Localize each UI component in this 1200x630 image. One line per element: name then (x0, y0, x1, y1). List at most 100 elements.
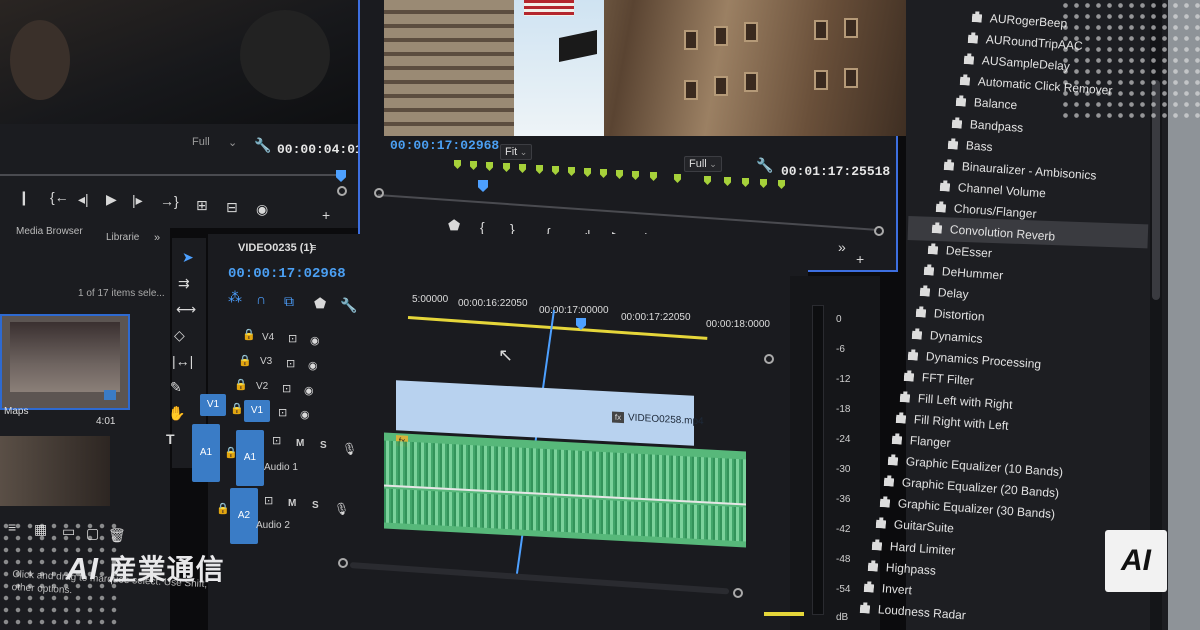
db-tick: -12 (836, 374, 851, 385)
track-v1-target[interactable]: V1 (244, 400, 270, 422)
razor-tool-icon[interactable]: ◇ (174, 328, 185, 342)
track-a1-name: Audio 1 (264, 462, 298, 473)
effect-item-label: Highpass (885, 559, 937, 578)
chevron-down-icon[interactable]: ⌄ (228, 136, 237, 149)
source-patch-a1[interactable]: A1 (192, 424, 220, 482)
sync-lock-icon[interactable]: ⊡ (288, 332, 297, 346)
camera-icon[interactable]: ◉ (256, 202, 268, 216)
play-icon[interactable]: ▶ (106, 192, 117, 206)
effect-preset-icon (936, 201, 947, 213)
track-select-tool-icon[interactable]: ⇉ (178, 276, 190, 290)
source-timecode: 00:00:04:01 (277, 142, 363, 157)
eye-icon[interactable]: ◉ (308, 359, 318, 373)
solo-button[interactable]: S (312, 500, 319, 511)
step-back-icon[interactable]: ◂| (78, 192, 89, 206)
hscroll-handle-left[interactable] (338, 558, 348, 568)
vscroll-handle-bottom[interactable] (733, 588, 743, 598)
db-tick: -42 (836, 524, 851, 535)
add-button-icon[interactable]: + (322, 208, 330, 222)
pen-tool-icon[interactable]: ✎ (170, 380, 182, 394)
sync-lock-icon[interactable]: ⊡ (282, 382, 291, 396)
snap-icon[interactable]: ∩ (256, 292, 266, 306)
sync-lock-icon[interactable]: ⊡ (286, 357, 295, 371)
program-zoom-handle-right[interactable] (874, 226, 884, 236)
project-thumbnail-2[interactable] (0, 436, 110, 506)
go-to-out-icon[interactable]: →} (160, 194, 179, 208)
nest-icon[interactable]: ⁂ (228, 290, 242, 304)
microphone-icon[interactable]: 🎙 (334, 502, 349, 516)
overwrite-icon[interactable]: ⊟ (226, 200, 238, 214)
track-v2-label: V2 (256, 381, 269, 392)
effect-preset-icon (868, 560, 879, 572)
mouse-cursor-icon: ↖ (498, 345, 514, 365)
effect-preset-icon (952, 117, 963, 129)
lock-icon[interactable]: 🔒 (238, 354, 252, 368)
effect-preset-icon (944, 159, 955, 171)
eye-icon[interactable]: ◉ (310, 334, 320, 348)
effect-item[interactable]: Invert (864, 580, 912, 597)
effect-item[interactable]: Bass (948, 137, 993, 154)
eye-icon[interactable]: ◉ (304, 384, 314, 398)
sync-lock-icon[interactable]: ⊡ (272, 434, 281, 448)
marker-icon[interactable]: ❙ (18, 190, 30, 204)
lock-icon[interactable]: 🔒 (242, 328, 256, 342)
wrench-icon[interactable]: 🔧 (756, 158, 773, 172)
add-button-icon[interactable]: + (856, 252, 864, 266)
linked-selection-icon[interactable]: ⧉ (284, 294, 294, 308)
program-zoom-handle-left[interactable] (374, 188, 384, 198)
sequence-badge-icon (104, 390, 116, 400)
vscroll-handle-top[interactable] (764, 354, 774, 364)
effect-item-label: Dynamics (929, 327, 984, 346)
program-fit-select[interactable]: Fit (500, 144, 533, 160)
more-tabs-icon[interactable]: » (154, 232, 160, 244)
lock-icon[interactable]: 🔒 (234, 378, 248, 392)
sync-lock-icon[interactable]: ⊡ (278, 406, 287, 420)
type-tool-icon[interactable]: T (166, 432, 175, 446)
effect-preset-icon (932, 222, 943, 234)
add-marker-icon[interactable]: ⬟ (448, 218, 460, 232)
mark-in-icon[interactable]: { (480, 220, 485, 234)
lock-icon[interactable]: 🔒 (216, 502, 230, 516)
program-zoom-select[interactable]: Full (684, 156, 722, 172)
ripple-edit-tool-icon[interactable]: ⟷ (176, 302, 196, 316)
mute-button[interactable]: M (296, 438, 304, 449)
source-zoom-handle[interactable] (337, 186, 347, 196)
source-timeline-bar[interactable] (0, 174, 345, 176)
tab-libraries[interactable]: Librarie (106, 232, 139, 243)
db-tick: -24 (836, 434, 851, 445)
audio-meter-bar (812, 305, 824, 615)
tab-media-browser[interactable]: Media Browser (16, 226, 83, 237)
audio-clip[interactable]: fx (384, 432, 746, 548)
solo-button[interactable]: S (320, 440, 327, 451)
wrench-icon[interactable]: 🔧 (254, 138, 271, 152)
step-forward-icon[interactable]: |▸ (132, 193, 143, 207)
source-zoom-select[interactable]: Full (192, 136, 210, 148)
eye-icon[interactable]: ◉ (300, 408, 310, 422)
timeline-timecode[interactable]: 00:00:17:02968 (228, 266, 346, 282)
program-timecode[interactable]: 00:00:17:02968 (390, 138, 499, 153)
microphone-icon[interactable]: 🎙 (342, 442, 357, 456)
go-to-in-icon[interactable]: {← (50, 190, 69, 204)
more-icon[interactable]: » (838, 240, 846, 254)
lock-icon[interactable]: 🔒 (230, 402, 244, 416)
source-patch-v1[interactable]: V1 (200, 394, 226, 416)
db-tick: 0 (836, 314, 842, 325)
sync-lock-icon[interactable]: ⊡ (264, 494, 273, 508)
effect-preset-icon (872, 539, 883, 551)
selection-tool-icon[interactable]: ➤ (182, 250, 194, 264)
hand-tool-icon[interactable]: ✋ (168, 406, 185, 420)
insert-icon[interactable]: ⊞ (196, 198, 208, 212)
add-marker-icon[interactable]: ⬟ (314, 296, 326, 310)
ruler-label: 00:00:17:22050 (621, 312, 691, 323)
effect-preset-icon (916, 306, 927, 318)
sequence-menu-icon[interactable]: ≡ (310, 242, 316, 254)
track-a1-target[interactable]: A1 (236, 430, 264, 486)
effect-preset-icon (948, 138, 959, 150)
audio-meter-panel (790, 276, 880, 630)
sequence-tab[interactable]: VIDEO0235 (1) (238, 242, 313, 254)
track-a2-target[interactable]: A2 (230, 488, 258, 544)
settings-wrench-icon[interactable]: 🔧 (340, 298, 357, 312)
mute-button[interactable]: M (288, 498, 296, 509)
effect-item[interactable]: Flanger (892, 432, 951, 450)
slip-tool-icon[interactable]: |↔| (172, 354, 193, 368)
